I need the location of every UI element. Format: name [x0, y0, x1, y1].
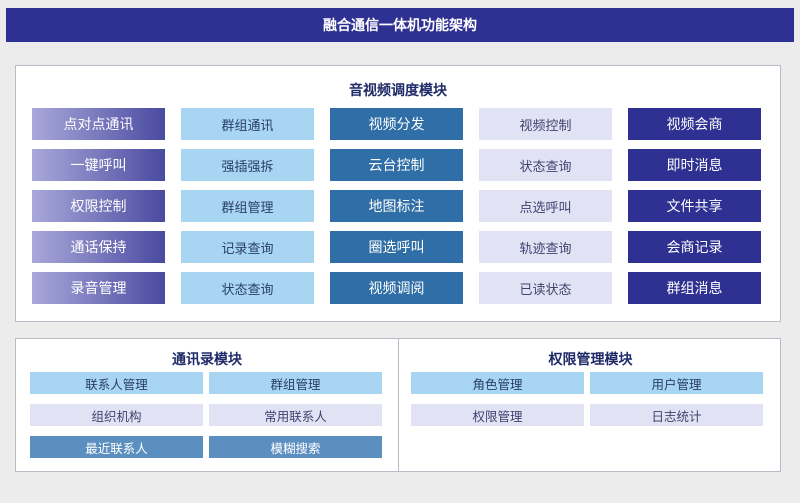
function-box: 视频控制 [479, 108, 612, 140]
function-box: 强插强拆 [181, 149, 314, 181]
contacts-module-title: 通讯录模块 [172, 352, 242, 368]
av-function-grid: 点对点通讯 群组通讯 视频分发 视频控制 视频会商 一键呼叫 强插强拆 云台控制… [32, 108, 761, 304]
bottom-modules-panel: 通讯录模块 联系人管理 群组管理 组织机构 常用联系人 最近联系人 模糊搜索 权… [15, 338, 781, 472]
function-box: 角色管理 [411, 372, 584, 394]
function-box: 圈选呼叫 [330, 231, 463, 263]
av-module-title: 音视频调度模块 [349, 83, 447, 99]
function-box: 最近联系人 [30, 436, 203, 458]
function-box: 群组消息 [628, 272, 761, 304]
function-box: 会商记录 [628, 231, 761, 263]
function-box: 已读状态 [479, 272, 612, 304]
function-box: 即时消息 [628, 149, 761, 181]
function-box: 视频分发 [330, 108, 463, 140]
function-box: 组织机构 [30, 404, 203, 426]
function-box: 常用联系人 [209, 404, 382, 426]
function-box: 轨迹查询 [479, 231, 612, 263]
function-box: 模糊搜索 [209, 436, 382, 458]
permission-function-grid: 角色管理 用户管理 权限管理 日志统计 [411, 372, 763, 426]
function-box: 视频会商 [628, 108, 761, 140]
function-box: 点选呼叫 [479, 190, 612, 222]
function-box: 地图标注 [330, 190, 463, 222]
function-box: 视频调阅 [330, 272, 463, 304]
function-box: 群组通讯 [181, 108, 314, 140]
contacts-function-grid: 联系人管理 群组管理 组织机构 常用联系人 最近联系人 模糊搜索 [30, 372, 382, 458]
function-box: 群组管理 [209, 372, 382, 394]
function-box: 联系人管理 [30, 372, 203, 394]
function-box: 群组管理 [181, 190, 314, 222]
function-box: 日志统计 [590, 404, 763, 426]
function-box: 云台控制 [330, 149, 463, 181]
function-box: 状态查询 [479, 149, 612, 181]
function-box: 一键呼叫 [32, 149, 165, 181]
function-box: 通话保持 [32, 231, 165, 263]
function-box: 点对点通讯 [32, 108, 165, 140]
function-box: 权限控制 [32, 190, 165, 222]
av-dispatch-module: 音视频调度模块 点对点通讯 群组通讯 视频分发 视频控制 视频会商 一键呼叫 强… [15, 65, 781, 322]
function-box: 记录查询 [181, 231, 314, 263]
function-box: 用户管理 [590, 372, 763, 394]
page-title: 融合通信一体机功能架构 [6, 8, 794, 42]
function-box: 录音管理 [32, 272, 165, 304]
permission-module-title: 权限管理模块 [548, 352, 633, 368]
function-box: 状态查询 [181, 272, 314, 304]
function-box: 文件共享 [628, 190, 761, 222]
function-box: 权限管理 [411, 404, 584, 426]
